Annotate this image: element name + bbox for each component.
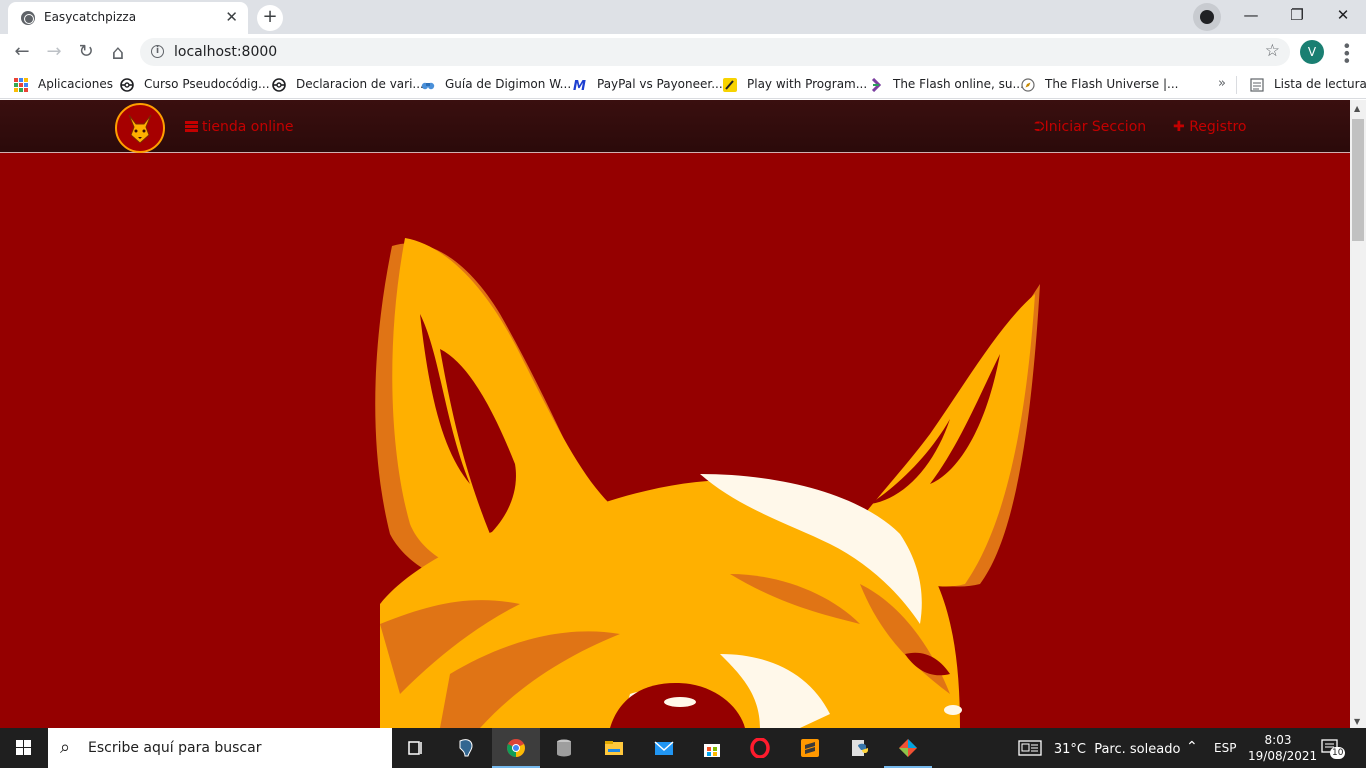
- database-icon: [557, 739, 571, 757]
- divider: [1236, 76, 1237, 94]
- register-label: Registro: [1189, 119, 1247, 135]
- store-icon: [704, 744, 720, 757]
- web-page: tienda online ⮊Iniciar Seccion ✚ Registr…: [0, 100, 1350, 728]
- bookmark-label: Declaracion de vari...: [296, 77, 424, 91]
- register-link[interactable]: ✚ Registro: [1173, 119, 1246, 135]
- minimize-button[interactable]: —: [1228, 5, 1274, 29]
- address-bar[interactable]: i localhost:8000 ☆: [140, 38, 1290, 66]
- bookmark-label: Guía de Digimon W...: [445, 77, 572, 91]
- bookmarks-overflow-button[interactable]: »: [1218, 76, 1226, 94]
- taskbar-app-store[interactable]: [688, 728, 736, 768]
- bookmark-label: Play with Program...: [747, 77, 868, 91]
- weather-widget[interactable]: 31°C Parc. soleado: [1018, 739, 1180, 779]
- postgres-icon: [459, 739, 473, 757]
- task-view-button[interactable]: [392, 728, 440, 768]
- reload-button[interactable]: ↻: [74, 40, 98, 64]
- clock-date: 19/08/2021: [1248, 749, 1318, 763]
- m-logo-icon: M: [573, 79, 586, 92]
- taskbar-app-sublime[interactable]: [786, 728, 834, 768]
- bookmark-label: Curso Pseudocódig...: [144, 77, 270, 91]
- taskbar-search-box[interactable]: ⌕ Escribe aquí para buscar: [48, 728, 392, 768]
- brand-link[interactable]: tienda online: [185, 119, 294, 135]
- search-placeholder: Escribe aquí para buscar: [88, 740, 262, 756]
- site-logo[interactable]: [115, 103, 165, 153]
- start-button[interactable]: [0, 728, 48, 768]
- close-window-button[interactable]: ✕: [1320, 5, 1366, 29]
- brand-label: tienda online: [202, 119, 294, 135]
- clock-time: 8:03: [1264, 733, 1292, 747]
- url-text[interactable]: localhost:8000: [174, 44, 277, 60]
- opera-icon: [750, 738, 770, 758]
- info-icon[interactable]: i: [151, 45, 164, 58]
- pokeball-icon: [120, 78, 134, 92]
- language-indicator[interactable]: ESP: [1214, 741, 1236, 781]
- apps-grid-icon: [14, 78, 28, 92]
- fox-logo-icon: [128, 114, 152, 144]
- login-label: Iniciar Seccion: [1044, 119, 1147, 135]
- pokeball-icon: [272, 78, 286, 92]
- back-button[interactable]: ←: [10, 40, 34, 64]
- taskbar-app-git[interactable]: [884, 728, 932, 768]
- bookmark-label: The Flash online, su...: [893, 77, 1024, 91]
- windows-taskbar: ⌕ Escribe aquí para buscar 31°C Parc. so…: [0, 728, 1366, 768]
- restore-button[interactable]: ❐: [1274, 5, 1320, 29]
- bookmarks-bar: Aplicaciones Curso Pseudocódig... Declar…: [0, 71, 1366, 99]
- globe-icon: [21, 11, 35, 25]
- svg-text:M: M: [573, 79, 586, 92]
- taskbar-app-python[interactable]: [836, 728, 884, 768]
- binoculars-icon: [421, 82, 435, 90]
- search-icon: ⌕: [60, 737, 71, 758]
- login-link[interactable]: ⮊Iniciar Seccion: [1034, 119, 1146, 135]
- new-tab-button[interactable]: +: [257, 5, 283, 31]
- python-icon: [852, 740, 868, 756]
- bookmark-label: The Flash Universe |...: [1045, 77, 1179, 91]
- taskbar-app-explorer[interactable]: [590, 728, 638, 768]
- profile-avatar[interactable]: V: [1300, 40, 1324, 64]
- taskbar-app-postgres[interactable]: [442, 728, 490, 768]
- scrollbar-thumb[interactable]: [1352, 119, 1364, 241]
- scroll-down-arrow-icon[interactable]: ▼: [1354, 717, 1360, 726]
- notification-center-button[interactable]: 10: [1320, 738, 1346, 778]
- sublime-icon: [801, 739, 819, 757]
- browser-tab[interactable]: Easycatchpizza ✕: [8, 2, 248, 34]
- taskbar-app-chrome[interactable]: [492, 728, 540, 768]
- bookmark-star-icon[interactable]: ☆: [1265, 41, 1280, 61]
- weather-text: 31°C Parc. soleado: [1053, 742, 1181, 757]
- chevron-up-icon[interactable]: ⌃: [1186, 739, 1198, 779]
- bookmark-label: Aplicaciones: [38, 77, 113, 91]
- tab-title: Easycatchpizza: [44, 10, 137, 24]
- taskbar-app-mail[interactable]: [640, 728, 688, 768]
- plus-icon: ✚: [1173, 119, 1185, 135]
- page-scrollbar[interactable]: ▲ ▼: [1350, 100, 1366, 728]
- clock[interactable]: 8:03 19/08/2021: [1248, 732, 1318, 772]
- reading-list-icon: [1250, 78, 1264, 92]
- chrome-icon: [507, 739, 525, 757]
- git-icon: [899, 739, 917, 757]
- compass-icon: [1021, 78, 1035, 92]
- windows-logo-icon: [16, 740, 31, 755]
- forward-button[interactable]: →: [42, 40, 66, 64]
- list-icon: [185, 121, 198, 132]
- hero-fox-illustration: [375, 238, 1040, 728]
- media-control-icon[interactable]: [1193, 3, 1221, 31]
- tab-strip: Easycatchpizza ✕ + — ❐ ✕: [0, 0, 1366, 34]
- reading-list-label: Lista de lectura: [1274, 77, 1366, 91]
- file-explorer-icon: [605, 741, 623, 755]
- menu-dots-icon[interactable]: •••: [1337, 41, 1356, 63]
- bookmark-label: PayPal vs Payoneer...: [597, 77, 723, 91]
- notification-count: 10: [1330, 747, 1346, 759]
- tab-close-icon[interactable]: ✕: [225, 8, 238, 26]
- site-navbar: tienda online ⮊Iniciar Seccion ✚ Registr…: [0, 100, 1350, 153]
- mail-icon: [654, 741, 674, 755]
- home-button[interactable]: ⌂: [106, 40, 130, 64]
- taskbar-app-database[interactable]: [540, 728, 588, 768]
- scroll-up-arrow-icon[interactable]: ▲: [1354, 104, 1360, 113]
- sign-in-icon: ⮊: [1034, 119, 1045, 135]
- taskbar-app-opera[interactable]: [736, 728, 784, 768]
- chevron-logo-icon: [871, 78, 882, 92]
- task-view-icon: [408, 741, 422, 755]
- play-logo-icon: [723, 78, 737, 92]
- browser-toolbar: ← → ↻ ⌂ i localhost:8000 ☆ V •••: [0, 34, 1366, 71]
- news-icon: [1018, 740, 1042, 756]
